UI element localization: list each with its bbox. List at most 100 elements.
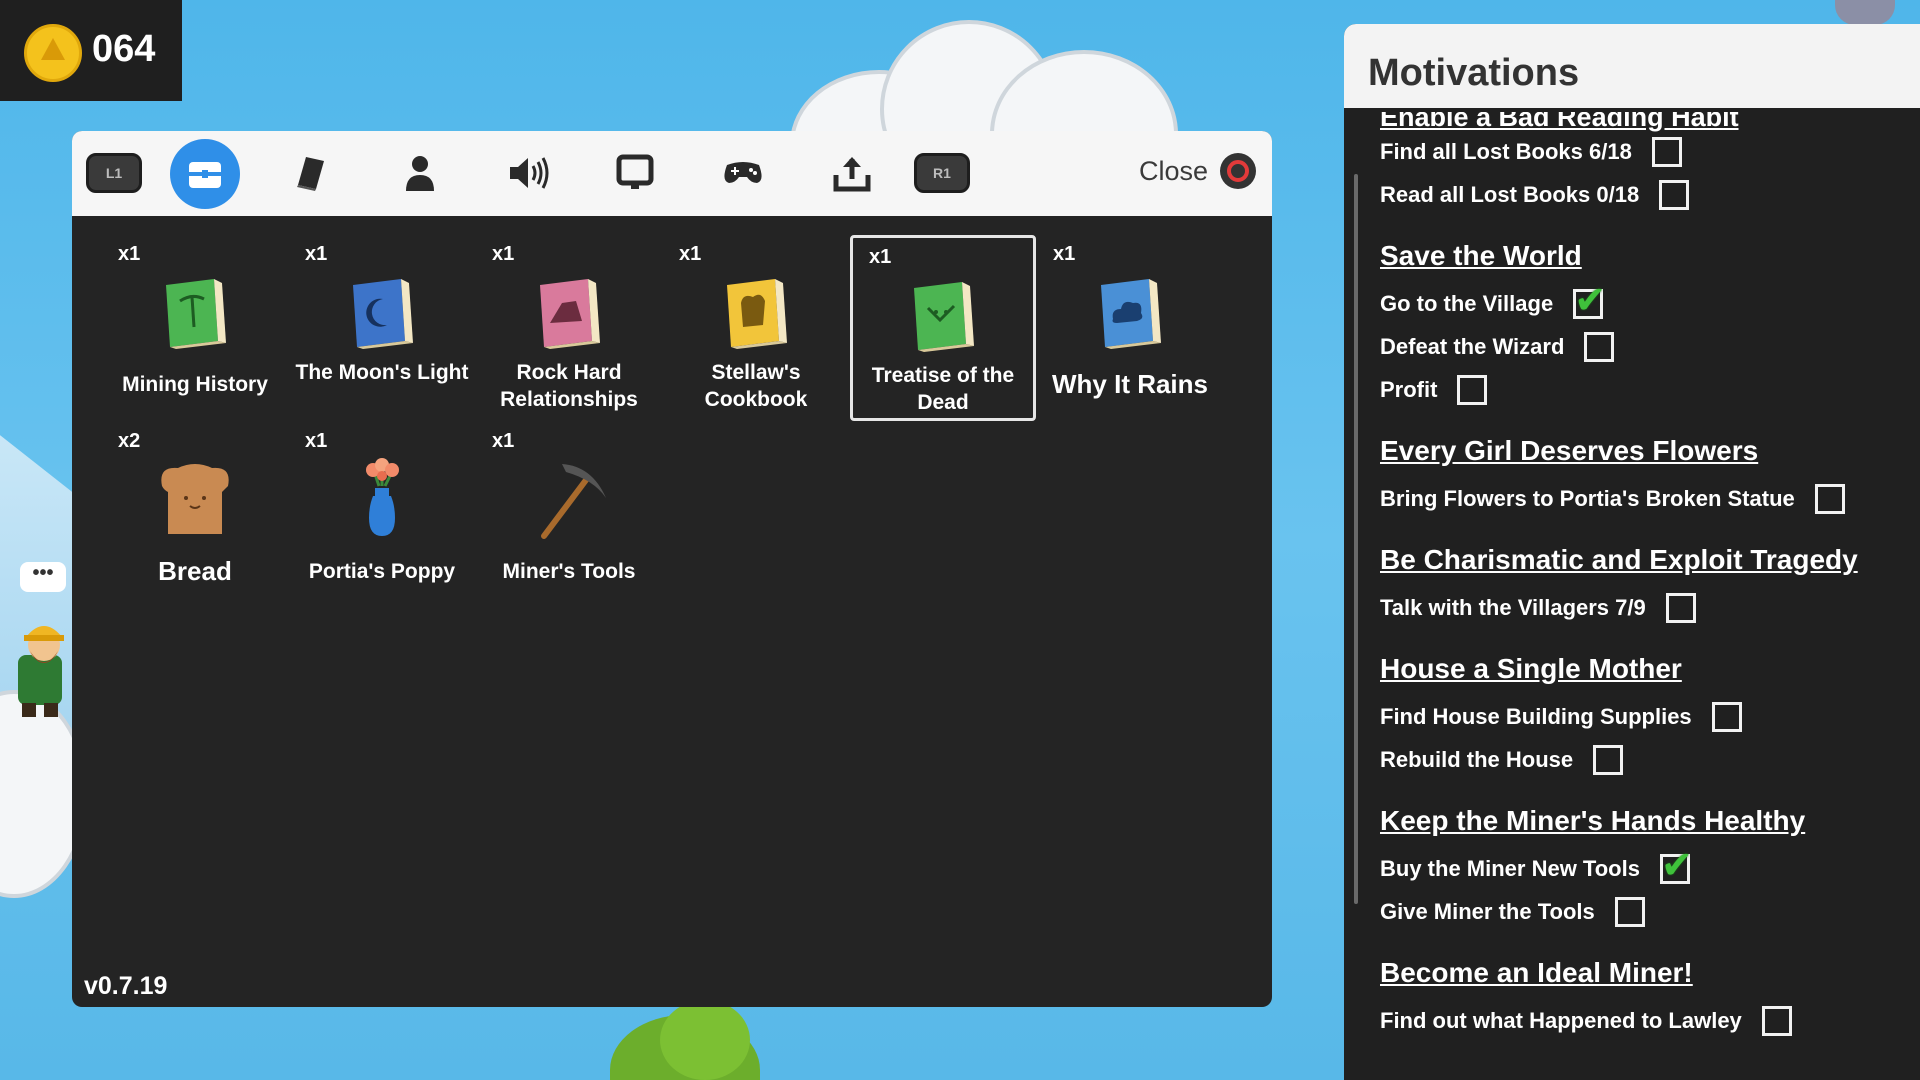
task-label: Go to the Village [1380, 290, 1554, 316]
item-name: Treatise of the Dead [871, 364, 1015, 414]
coin-count: 064 [92, 28, 156, 70]
chest-icon [189, 162, 221, 188]
task-label: Find House Building Supplies [1380, 703, 1692, 729]
tab-notes[interactable] [280, 143, 340, 203]
task-label: Talk with the Villagers 7/9 [1380, 594, 1646, 620]
task-label: Bring Flowers to Portia's Broken Statue [1380, 485, 1795, 511]
quest-task: Give Miner the Tools [1380, 890, 1900, 933]
motivations-title: Motivations [1368, 52, 1580, 94]
item-qty: x1 [118, 243, 141, 265]
quest-task: Read all Lost Books 0/18 [1380, 173, 1900, 216]
blue-book-cloud-icon [1101, 279, 1161, 349]
item-slot[interactable]: x1 Miner's Tools [476, 422, 662, 608]
item-slot-selected[interactable]: x1 Treatise of the Dead [850, 235, 1036, 421]
quest-title: Save the World [1380, 240, 1582, 271]
inventory-panel: L1 R1 Close x1 Mining History x1 The Moo… [72, 131, 1272, 1007]
item-slot[interactable]: x1 Why It Rains [1037, 235, 1223, 421]
bread-icon [161, 464, 229, 534]
task-label: Read all Lost Books 0/18 [1380, 181, 1640, 207]
pickaxe-icon [541, 464, 606, 539]
task-checkbox [1665, 592, 1696, 623]
tab-sound[interactable] [498, 143, 558, 203]
item-qty: x1 [1053, 243, 1076, 265]
item-qty: x1 [305, 430, 328, 452]
item-name: Miner's Tools [502, 560, 636, 583]
item-slot[interactable]: x1 Rock Hard Relationships [476, 235, 662, 421]
quest-task: Find out what Happened to Lawley [1380, 999, 1900, 1042]
item-qty: x1 [305, 243, 328, 265]
task-label: Defeat the Wizard [1380, 333, 1565, 359]
speaker-icon [510, 157, 549, 189]
quest-group: Every Girl Deserves Flowers Bring Flower… [1380, 431, 1900, 520]
scrollbar[interactable] [1354, 174, 1358, 904]
green-book-skull-icon [914, 282, 974, 352]
book-icon [297, 157, 324, 191]
version-label: v0.7.19 [84, 972, 168, 1000]
green-book-pickaxe-icon [166, 279, 226, 349]
quest-group: Become an Ideal Miner! Find out what Hap… [1380, 953, 1900, 1042]
quest-list: Find all Lost Books 6/18 Read all Lost B… [1380, 108, 1900, 1062]
quest-task: Go to the Village [1380, 278, 1900, 325]
quest-task: Buy the Miner New Tools [1380, 843, 1900, 890]
item-name: Bread [158, 556, 232, 586]
tab-items[interactable] [170, 139, 240, 209]
item-name: Mining History [122, 373, 268, 396]
quest-title: Keep the Miner's Hands Healthy [1380, 805, 1806, 836]
flower-vase-icon [366, 458, 399, 536]
task-label: Profit [1380, 376, 1438, 402]
item-qty: x1 [679, 243, 702, 265]
quest-group: Save the World Go to the Village Defeat … [1380, 236, 1900, 411]
item-slot[interactable]: x1 The Moon's Light [289, 235, 475, 421]
item-slot[interactable]: x1 Mining History [102, 235, 288, 421]
item-slot[interactable]: x1 Stellaw's Cookbook [663, 235, 849, 421]
quest-task: Find House Building Supplies [1380, 695, 1900, 738]
tab-bar: L1 R1 Close [72, 131, 1272, 216]
yellow-book-bread-icon [727, 279, 787, 349]
item-qty: x1 [492, 243, 515, 265]
item-name: The Moon's Light [295, 361, 469, 384]
task-label: Buy the Miner New Tools [1380, 855, 1640, 881]
quest-title: Every Girl Deserves Flowers [1380, 435, 1759, 466]
quest-task: Bring Flowers to Portia's Broken Statue [1380, 477, 1900, 520]
coin-icon [24, 24, 82, 82]
quest-task: Defeat the Wizard [1380, 325, 1900, 368]
l1-shoulder-icon[interactable]: L1 [86, 153, 142, 193]
tab-display[interactable] [605, 143, 665, 203]
task-checkbox-checked [1659, 843, 1693, 888]
task-checkbox [1761, 1005, 1792, 1036]
task-checkbox [1711, 701, 1742, 732]
upload-icon [833, 157, 871, 192]
gamepad-icon [724, 162, 762, 183]
item-qty: x1 [492, 430, 515, 452]
task-checkbox [1584, 331, 1615, 362]
r1-shoulder-icon[interactable]: R1 [914, 153, 970, 193]
item-qty: x2 [118, 430, 141, 452]
tower-roof [1835, 0, 1895, 25]
task-label: Find out what Happened to Lawley [1380, 1007, 1742, 1033]
task-checkbox-checked [1573, 278, 1606, 323]
close-circle-icon [1220, 153, 1256, 189]
close-button[interactable]: Close [1139, 153, 1256, 189]
item-slot[interactable]: x1 Portia's Poppy [289, 422, 475, 608]
item-slot[interactable]: x2 Bread [102, 422, 288, 608]
quest-task: Profit [1380, 368, 1900, 411]
task-checkbox [1814, 483, 1845, 514]
quest-group: Find all Lost Books 6/18 Read all Lost B… [1380, 130, 1900, 216]
tab-character[interactable] [390, 143, 450, 203]
quest-group: Be Charismatic and Exploit Tragedy Talk … [1380, 540, 1900, 629]
task-checkbox [1614, 896, 1645, 927]
tab-controls[interactable] [713, 143, 773, 203]
motivations-panel: Enable a Bad Reading Habit Motivations F… [1344, 24, 1920, 1080]
person-icon [406, 156, 434, 191]
miner-character [18, 626, 64, 717]
motivations-header: Motivations [1344, 24, 1920, 108]
tab-export[interactable] [822, 143, 882, 203]
quest-title: Become an Ideal Miner! [1380, 957, 1693, 988]
quest-task: Find all Lost Books 6/18 [1380, 130, 1900, 173]
quest-title: Be Charismatic and Exploit Tragedy [1380, 544, 1858, 575]
task-checkbox [1651, 136, 1682, 167]
pink-book-rock-icon [540, 279, 600, 349]
speech-bubble[interactable]: ••• [20, 562, 66, 592]
task-label: Give Miner the Tools [1380, 898, 1595, 924]
blue-book-moon-icon [353, 279, 413, 349]
